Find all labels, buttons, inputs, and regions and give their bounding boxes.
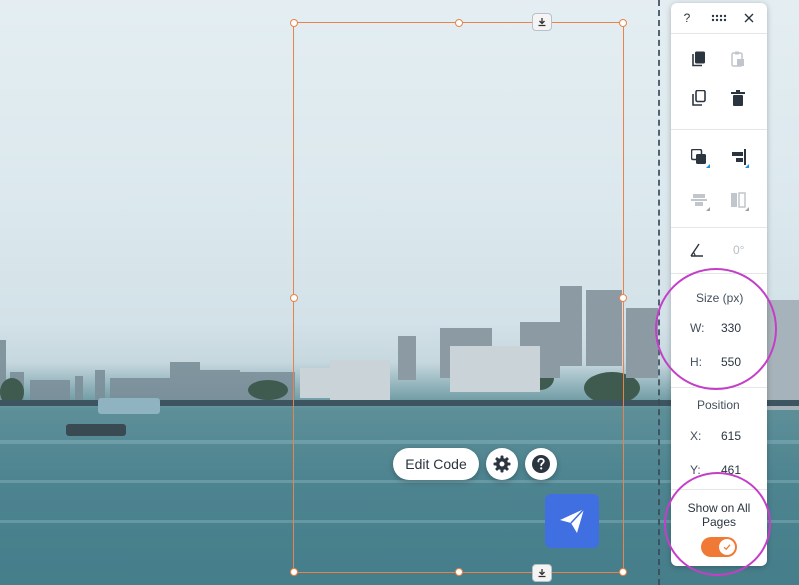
show-on-all-pages-label-line1: Show on All — [687, 501, 751, 515]
height-label: H: — [690, 355, 702, 369]
anchor-download-icon-bottom[interactable] — [532, 564, 552, 582]
close-icon[interactable] — [741, 10, 757, 26]
anchor-download-icon-top[interactable] — [532, 13, 552, 31]
toggle-knob — [719, 539, 735, 555]
resize-handle-top-left[interactable] — [290, 19, 298, 27]
y-label: Y: — [690, 463, 701, 477]
dropdown-indicator — [706, 164, 710, 168]
help-button[interactable] — [525, 448, 557, 480]
position-title: Position — [697, 398, 740, 412]
divider — [671, 489, 767, 490]
rotate-angle-icon — [686, 239, 708, 261]
panel-help-button[interactable]: ? — [679, 10, 695, 26]
divider — [671, 387, 767, 388]
x-label: X: — [690, 429, 702, 443]
divider — [671, 227, 767, 228]
selected-element-frame[interactable] — [290, 19, 627, 576]
paste-icon — [731, 51, 744, 67]
paper-plane-icon — [560, 508, 585, 533]
gear-icon — [493, 455, 511, 473]
drag-dots-icon[interactable] — [711, 10, 727, 26]
match-size-icon — [731, 192, 746, 208]
y-value[interactable]: 461 — [721, 463, 741, 477]
paste-button[interactable] — [727, 48, 749, 70]
resize-handle-right[interactable] — [619, 294, 627, 302]
resize-handle-bottom[interactable] — [455, 568, 463, 576]
resize-handle-left[interactable] — [290, 294, 298, 302]
divider — [671, 129, 767, 130]
align-right-icon — [732, 149, 746, 165]
show-on-all-pages-label-line2: Pages — [701, 515, 737, 529]
dropdown-indicator — [745, 207, 749, 211]
width-label: W: — [690, 321, 705, 335]
settings-button[interactable] — [486, 448, 518, 480]
dropdown-indicator — [706, 207, 710, 211]
rotation-value[interactable]: 0° — [733, 243, 744, 257]
page-edge-guide — [658, 0, 660, 585]
distribute-icon — [691, 194, 707, 206]
send-widget-tile[interactable] — [545, 494, 599, 548]
trash-icon — [731, 90, 745, 106]
checkmark-icon — [723, 544, 731, 551]
width-value[interactable]: 330 — [721, 321, 741, 335]
size-title: Size (px) — [696, 291, 744, 305]
resize-handle-top[interactable] — [455, 19, 463, 27]
element-properties-panel: ? 0° Size (px) W: 330 H: 550 Position X:… — [671, 3, 767, 566]
delete-button[interactable] — [727, 87, 749, 109]
duplicate-icon — [692, 90, 706, 106]
show-on-all-pages-toggle[interactable] — [701, 537, 737, 557]
panel-header: ? — [671, 3, 767, 34]
x-value[interactable]: 615 — [721, 429, 741, 443]
resize-handle-top-right[interactable] — [619, 19, 627, 27]
edit-code-button[interactable]: Edit Code — [393, 448, 479, 480]
match-size-button[interactable] — [727, 189, 749, 211]
copy-icon — [692, 51, 705, 67]
dropdown-indicator — [745, 164, 749, 168]
copy-button[interactable] — [688, 48, 710, 70]
divider — [671, 273, 767, 274]
resize-handle-bottom-left[interactable] — [290, 568, 298, 576]
arrange-button[interactable] — [688, 146, 710, 168]
arrange-layers-icon — [691, 149, 706, 164]
question-icon — [532, 455, 550, 473]
duplicate-button[interactable] — [688, 87, 710, 109]
distribute-button[interactable] — [688, 189, 710, 211]
align-button[interactable] — [727, 146, 749, 168]
resize-handle-bottom-right[interactable] — [619, 568, 627, 576]
height-value[interactable]: 550 — [721, 355, 741, 369]
